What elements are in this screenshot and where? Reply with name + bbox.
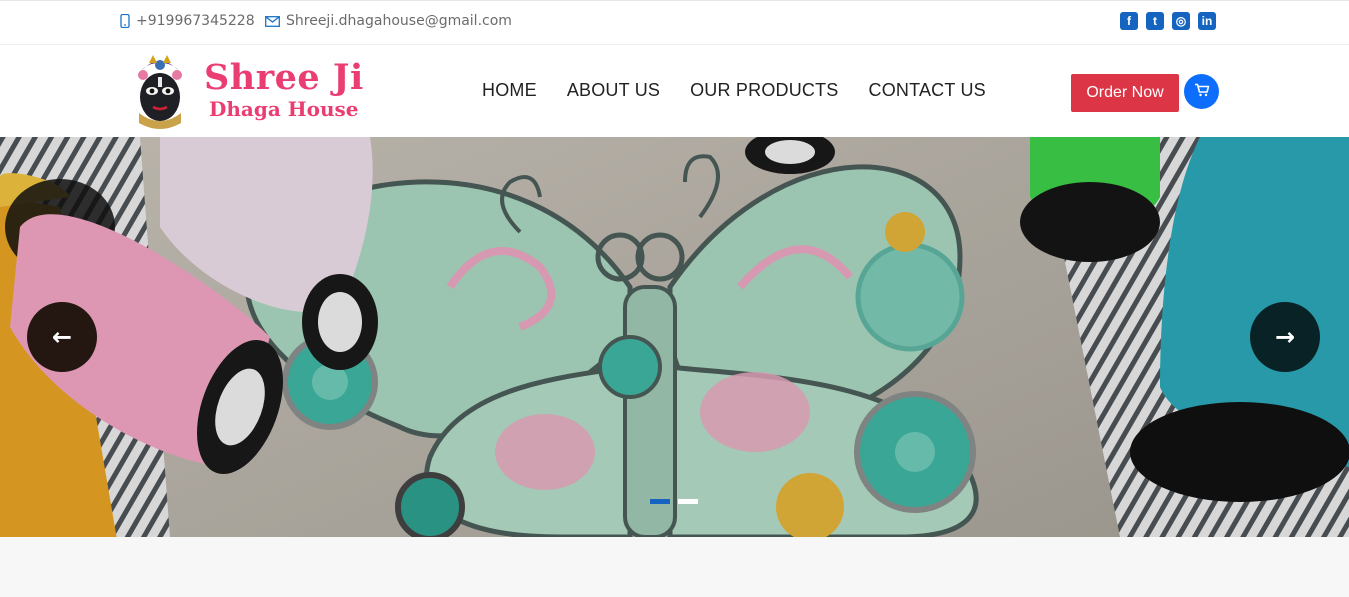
- top-bar: +919967345228 Shreeji.dhagahouse@gmail.c…: [0, 0, 1349, 45]
- nav-home[interactable]: HOME: [482, 80, 537, 101]
- slider-prev-button[interactable]: ←: [27, 302, 97, 372]
- mail-icon: [265, 15, 280, 27]
- phone-number: +919967345228: [136, 13, 255, 29]
- social-links: f t ◎ in: [1120, 12, 1216, 30]
- arrow-left-icon: ←: [51, 323, 73, 351]
- cart-button[interactable]: [1184, 74, 1219, 109]
- brand-tagline[interactable]: Dhaga House: [209, 97, 359, 121]
- email-address: Shreeji.dhagahouse@gmail.com: [286, 13, 512, 29]
- site-header: Shree Ji Dhaga House HOME ABOUT US OUR P…: [0, 45, 1349, 137]
- phone-contact[interactable]: +919967345228: [120, 13, 255, 29]
- nav-our-products[interactable]: OUR PRODUCTS: [690, 80, 838, 101]
- slider-next-button[interactable]: →: [1250, 302, 1320, 372]
- email-contact[interactable]: Shreeji.dhagahouse@gmail.com: [265, 13, 512, 29]
- slide-indicator-1[interactable]: [650, 499, 670, 504]
- brand-name[interactable]: Shree Ji: [204, 57, 364, 98]
- order-now-button[interactable]: Order Now: [1071, 74, 1179, 112]
- deity-logo-icon[interactable]: [127, 53, 193, 129]
- nav-contact-us[interactable]: CONTACT US: [869, 80, 986, 101]
- page-content-area: [0, 537, 1349, 597]
- mobile-icon: [120, 14, 130, 28]
- hero-slider: ← →: [0, 137, 1349, 537]
- main-nav: HOME ABOUT US OUR PRODUCTS CONTACT US: [482, 80, 986, 101]
- cart-icon: [1194, 82, 1210, 101]
- twitter-icon[interactable]: t: [1146, 12, 1164, 30]
- nav-about-us[interactable]: ABOUT US: [567, 80, 660, 101]
- instagram-icon[interactable]: ◎: [1172, 12, 1190, 30]
- embroidery-slide-image: [0, 137, 1349, 537]
- slide-indicator-2[interactable]: [678, 499, 698, 504]
- linkedin-icon[interactable]: in: [1198, 12, 1216, 30]
- facebook-icon[interactable]: f: [1120, 12, 1138, 30]
- slider-indicators: [650, 499, 698, 504]
- arrow-right-icon: →: [1274, 323, 1296, 351]
